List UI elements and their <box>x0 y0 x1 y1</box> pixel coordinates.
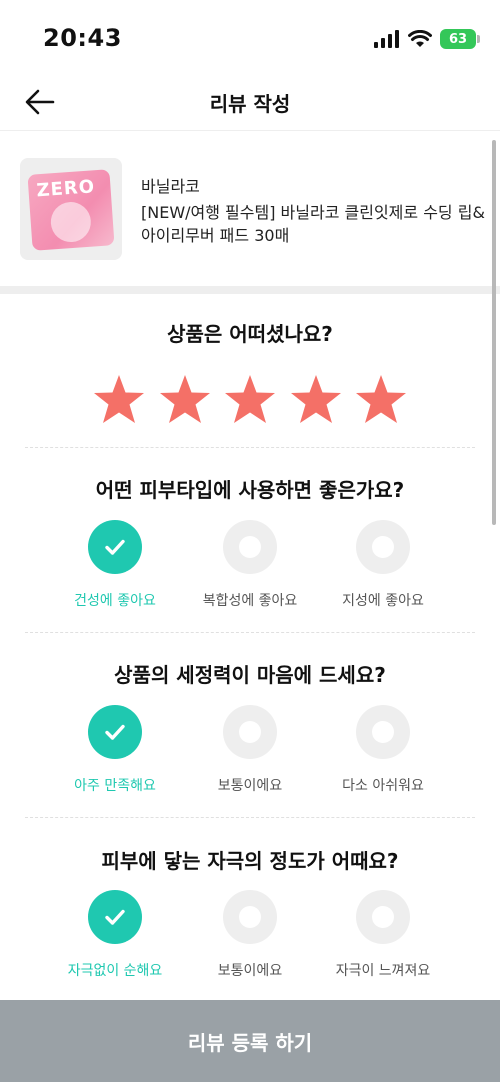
option-label: 다소 아쉬워요 <box>342 778 424 794</box>
battery-icon: 63 <box>440 29 480 49</box>
option-label: 아주 만족해요 <box>74 778 156 794</box>
battery-level: 63 <box>448 31 468 47</box>
divider <box>25 447 475 448</box>
unselected-radio[interactable] <box>223 705 277 759</box>
product-package-image: ZERO <box>27 169 115 251</box>
rating-question: 상품은 어떠셨나요? <box>167 322 333 346</box>
option-label: 보통이에요 <box>217 963 283 979</box>
selected-radio[interactable] <box>88 705 142 759</box>
option-button[interactable]: 건성에 좋아요 <box>40 520 190 610</box>
package-logo: ZERO <box>35 176 96 202</box>
option-label: 보통이에요 <box>217 778 283 794</box>
question-cleansing: 상품의 세정력이 마음에 드세요? <box>114 663 386 687</box>
star-icon[interactable] <box>289 373 343 427</box>
option-label: 복합성에 좋아요 <box>202 593 298 609</box>
section-divider <box>0 286 500 294</box>
option-button[interactable]: 자극이 느껴져요 <box>308 890 458 980</box>
divider <box>25 817 475 818</box>
status-time: 20:43 <box>43 24 122 52</box>
status-icons: 63 <box>374 28 480 50</box>
star-icon[interactable] <box>354 373 408 427</box>
selected-radio[interactable] <box>88 520 142 574</box>
question-skin-type: 어떤 피부타입에 사용하면 좋은가요? <box>95 478 405 502</box>
unselected-radio[interactable] <box>356 890 410 944</box>
option-button[interactable]: 다소 아쉬워요 <box>308 705 458 795</box>
star-icon[interactable] <box>223 373 277 427</box>
unselected-radio[interactable] <box>356 705 410 759</box>
selected-radio[interactable] <box>88 890 142 944</box>
unselected-radio[interactable] <box>223 520 277 574</box>
option-button[interactable]: 보통이에요 <box>175 890 325 980</box>
option-button[interactable]: 아주 만족해요 <box>40 705 190 795</box>
unselected-radio[interactable] <box>356 520 410 574</box>
star-icon[interactable] <box>158 373 212 427</box>
product-thumbnail: ZERO <box>20 158 122 260</box>
option-button[interactable]: 지성에 좋아요 <box>308 520 458 610</box>
option-button[interactable]: 보통이에요 <box>175 705 325 795</box>
submit-review-button[interactable]: 리뷰 등록 하기 <box>0 1000 500 1082</box>
option-button[interactable]: 자극없이 순해요 <box>40 890 190 980</box>
option-label: 지성에 좋아요 <box>342 593 424 609</box>
divider <box>25 632 475 633</box>
unselected-radio[interactable] <box>223 890 277 944</box>
check-icon <box>105 539 125 555</box>
option-label: 건성에 좋아요 <box>74 593 156 609</box>
nav-bar: 리뷰 작성 <box>0 76 500 131</box>
question-irritation: 피부에 닿는 자극의 정도가 어때요? <box>101 849 399 873</box>
product-brand: 바닐라코 <box>141 177 200 196</box>
signal-icon <box>374 30 399 48</box>
star-icon[interactable] <box>92 373 146 427</box>
product-name: [NEW/여행 필수템] 바닐라코 클린잇제로 수딩 립&아이리무버 패드 30… <box>141 203 485 245</box>
package-pad-graphic <box>49 200 93 244</box>
option-button[interactable]: 복합성에 좋아요 <box>175 520 325 610</box>
page-title: 리뷰 작성 <box>209 92 291 116</box>
star-rating[interactable] <box>92 373 408 429</box>
option-label: 자극이 느껴져요 <box>335 963 431 979</box>
status-bar: 20:43 63 <box>0 0 500 76</box>
option-label: 자극없이 순해요 <box>67 963 163 979</box>
product-summary: ZERO 바닐라코 [NEW/여행 필수템] 바닐라코 클린잇제로 수딩 립&아… <box>0 131 500 286</box>
wifi-icon <box>408 30 432 47</box>
check-icon <box>105 724 125 740</box>
check-icon <box>105 909 125 925</box>
